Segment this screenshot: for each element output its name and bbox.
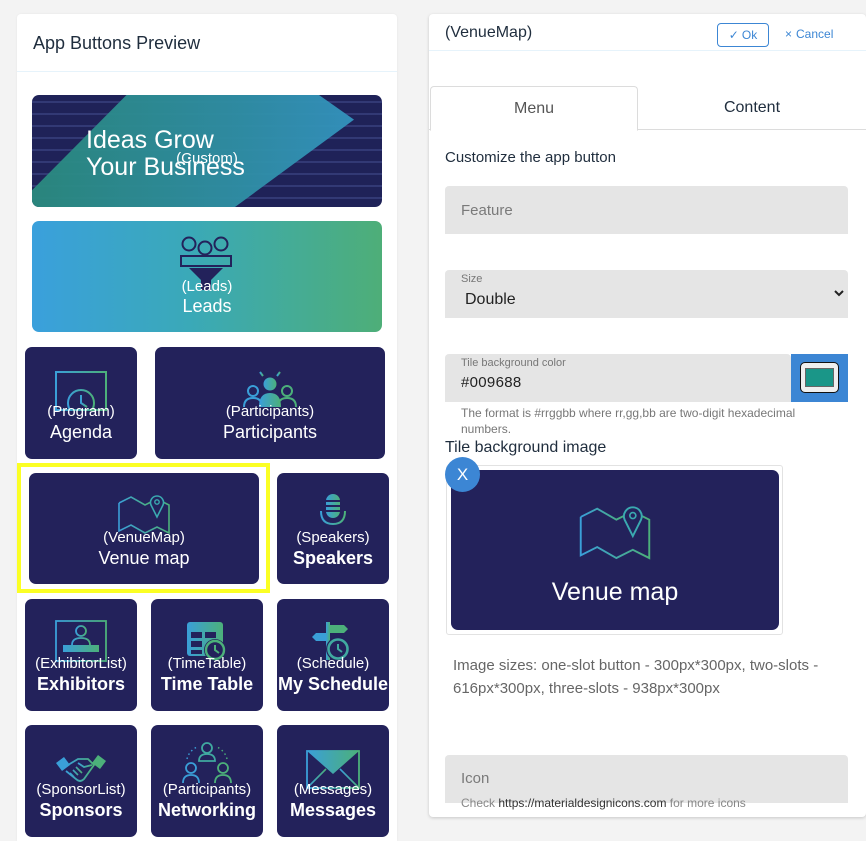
icon-hint: Check https://materialdesignicons.com fo… [461,796,746,810]
map-pin-icon [451,503,779,561]
tile-code: (Custom) [176,150,238,167]
size-select[interactable]: Size Double [445,270,848,318]
section-title: Customize the app button [445,149,616,166]
color-value: #009688 [461,374,522,391]
tile-custom[interactable]: Ideas Grow Your Business (Custom) [32,95,382,207]
tile-exhibitorlist[interactable]: (ExhibitorList) Exhibitors [25,599,137,711]
tile-code: (Messages) [293,781,373,798]
tile-code: (Program) [47,403,115,420]
color-swatch [800,362,839,393]
tile-label: Leads [182,296,232,316]
button-editor-panel: (VenueMap) ✓ Ok × Cancel Menu Content Cu… [429,14,866,817]
tile-messages[interactable]: (Messages) Messages [277,725,389,837]
tile-label: Time Table [160,674,254,694]
tile-label: Speakers [292,548,374,568]
tile-label: Sponsors [39,800,123,820]
cancel-label: Cancel [796,27,834,41]
image-sizes-note: Image sizes: one-slot button - 300px*300… [453,657,819,697]
preview-tile-label: Venue map [551,578,679,606]
editor-title: (VenueMap) [445,24,533,41]
icon-placeholder: Icon [461,770,490,787]
tile-participants[interactable]: (Participants) Participants [155,347,385,459]
check-icon: ✓ [728,28,739,42]
tab-content[interactable]: Content [638,86,866,130]
tile-speakers[interactable]: (Speakers) Speakers [277,473,389,584]
tile-code: (Speakers) [296,529,370,546]
tile-code: (VenueMap) [103,529,185,546]
color-swatch-fill [805,368,834,387]
feature-placeholder: Feature [461,202,513,219]
background-image-label: Tile background image [445,439,607,456]
tile-leads[interactable]: (Leads) Leads [32,221,382,332]
color-format-hint: The format is #rrggbb where rr,gg,bb are… [461,406,796,436]
tile-code: (Schedule) [296,655,370,672]
tile-sponsorlist[interactable]: (SponsorList) Sponsors [25,725,137,837]
size-label: Size [461,273,483,285]
tile-label: Messages [289,800,377,820]
tab-menu[interactable]: Menu [430,86,638,131]
tile-program[interactable]: (Program) Agenda [25,347,137,459]
editor-tabs: Menu Content [429,86,866,131]
cancel-button[interactable]: × Cancel [785,27,833,41]
tile-label: Participants [222,422,318,442]
editor-header: (VenueMap) ✓ Ok × Cancel [429,14,866,51]
tile-color-input[interactable]: Tile background color #009688 [445,354,791,402]
tile-code: (Participants) [225,403,315,420]
tile-networking[interactable]: (Participants) Networking [151,725,263,837]
tile-code: (Participants) [162,781,252,798]
preview-tile: Venue map [451,470,779,630]
ok-button[interactable]: ✓ Ok [717,23,769,47]
color-picker-button[interactable] [791,354,848,402]
icon-hint-suffix: for more icons [669,796,746,810]
tile-timetable[interactable]: (TimeTable) Time Table [151,599,263,711]
tile-code: (Leads) [181,278,233,295]
tile-schedule[interactable]: (Schedule) My Schedule [277,599,389,711]
tile-venuemap[interactable]: (VenueMap) Venue map [29,473,259,584]
remove-image-button[interactable]: X [445,457,480,492]
microphone-icon [277,493,389,533]
icon-hint-prefix: Check [461,796,496,810]
color-label: Tile background color [461,357,566,369]
close-icon: × [785,27,793,41]
tile-code: (SponsorList) [36,781,126,798]
ok-label: Ok [741,28,758,42]
tile-code: (TimeTable) [167,655,247,672]
materialdesignicons-link[interactable]: https://materialdesignicons.com [498,796,666,810]
tile-label: Exhibitors [36,674,125,694]
tile-label: My Schedule [277,674,389,694]
feature-input[interactable]: Feature [445,186,848,234]
tile-label: Agenda [49,422,113,442]
panel-title: App Buttons Preview [17,14,397,72]
chevron-down-icon [834,286,844,300]
size-value: Double [465,291,516,308]
tile-label: Networking [157,800,256,820]
tile-code: (ExhibitorList) [35,655,127,672]
background-image-preview: Venue map [446,465,783,635]
tile-label: Venue map [98,548,190,568]
